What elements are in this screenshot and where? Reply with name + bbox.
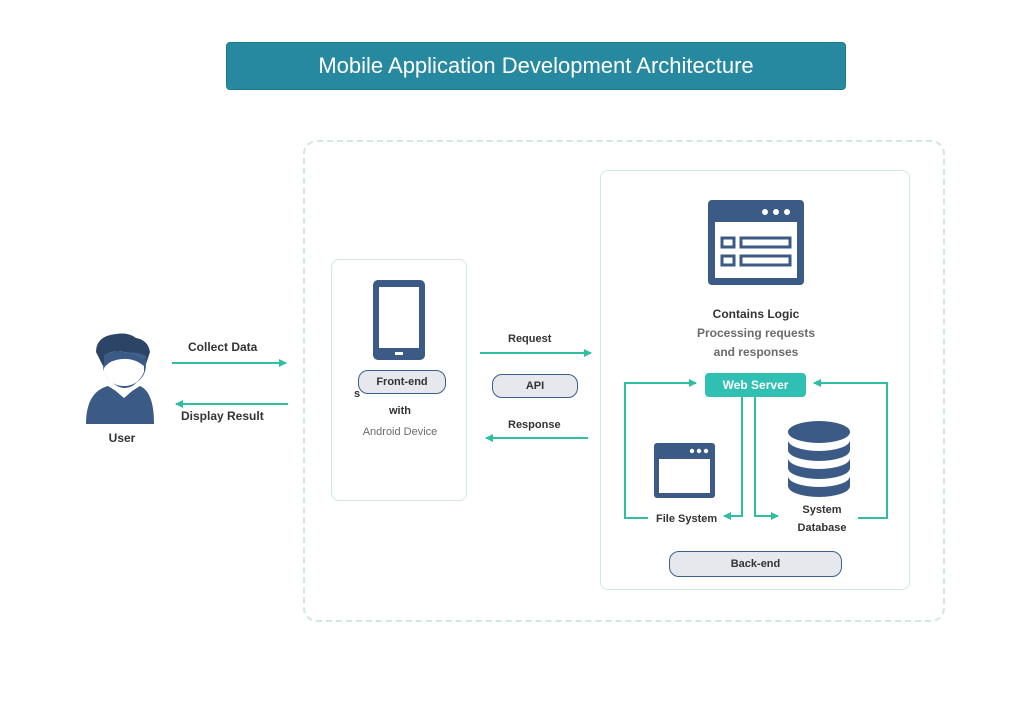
web-server-to-file-system-arrow [723,397,743,520]
phone-icon [373,280,425,360]
server-window-icon [708,200,804,285]
file-system-label: File System [656,513,718,525]
backend-heading: Contains Logic [712,307,800,321]
web-server-node: Web Server [705,373,806,397]
user-icon [86,333,154,424]
backend-desc-line1: Processing requests [696,326,816,340]
request-label: Request [508,333,552,345]
database-to-web-server-arrow [813,379,888,519]
backend-badge: Back-end [669,551,842,577]
file-system-icon [654,443,715,498]
backend-desc-line2: and responses [713,345,799,359]
database-label-line2: Database [797,522,847,534]
diagram-canvas [86,200,888,520]
database-icon [788,421,850,497]
frontend-with-text: with [389,405,411,417]
collect-data-label: Collect Data [188,340,258,354]
api-badge: API [492,374,578,398]
web-server-to-database-arrow [754,397,779,520]
database-label-line1: System [802,504,842,516]
user-label: User [108,431,136,445]
frontend-badge: Front-end [358,370,446,394]
display-result-label: Display Result [181,409,264,423]
response-label: Response [508,419,561,431]
frontend-device-text: Android Device [362,426,438,438]
